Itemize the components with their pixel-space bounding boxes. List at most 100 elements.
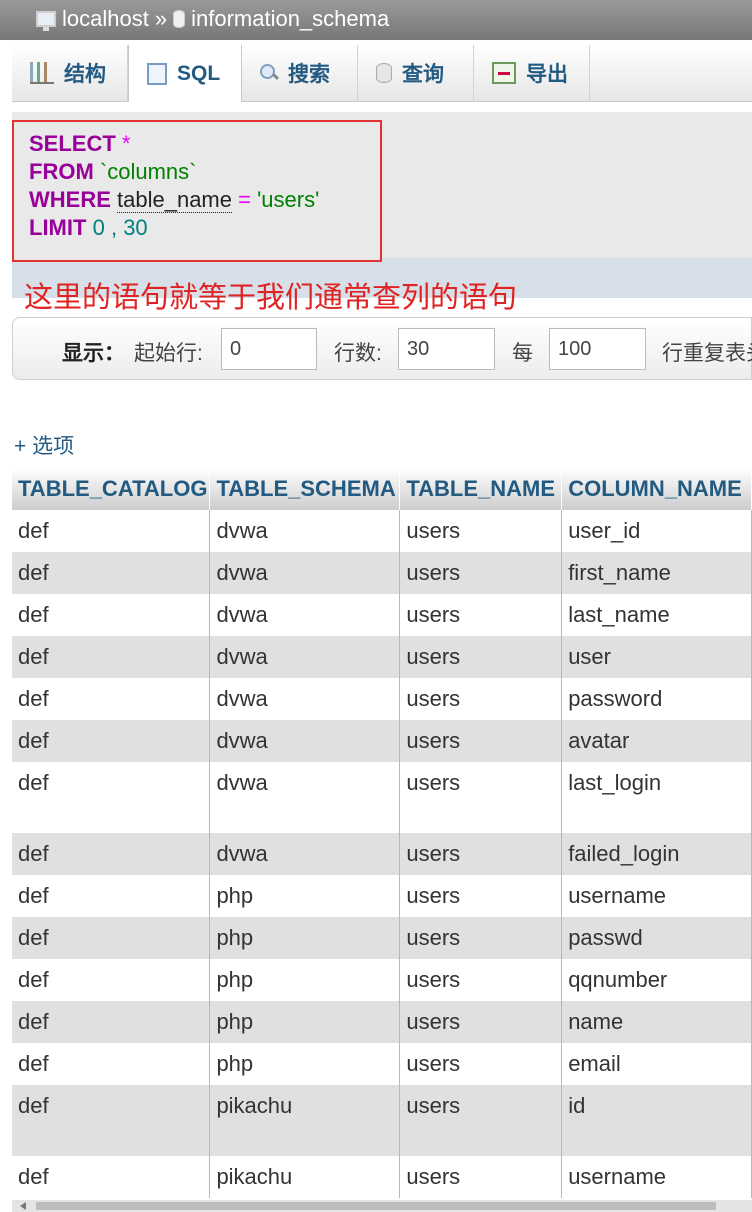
table-cell: dvwa [209, 720, 401, 762]
rows-label: 行数: [334, 342, 382, 365]
annotation-text: 这里的语句就等于我们通常查列的语句 [24, 282, 518, 314]
horizontal-scrollbar[interactable] [12, 1200, 752, 1212]
table-cell: php [209, 1043, 401, 1085]
table-row: def php users email [12, 1043, 752, 1085]
table-cell: dvwa [209, 510, 401, 552]
table-cell: users [399, 762, 563, 833]
column-header-column-name[interactable]: COLUMN_NAME [561, 468, 752, 510]
table-row: def php users qqnumber [12, 959, 752, 1001]
column-header-table-name[interactable]: TABLE_NAME [399, 468, 563, 510]
table-cell: php [209, 959, 401, 1001]
table-cell: users [399, 552, 563, 594]
tab-query[interactable]: 查询 [358, 45, 474, 101]
start-row-label: 起始行: [134, 342, 203, 365]
tab-export[interactable]: 导出 [474, 45, 590, 101]
table-cell: username [561, 1156, 752, 1198]
tab-structure[interactable]: 结构 [12, 45, 128, 101]
tab-sql-label: SQL [177, 61, 221, 85]
table-cell: password [561, 678, 752, 720]
results-table: TABLE_CATALOG TABLE_SCHEMA TABLE_NAME CO… [12, 468, 752, 1198]
table-cell: def [12, 1156, 211, 1198]
every-label: 每 [512, 342, 533, 365]
table-row: def php users name [12, 1001, 752, 1043]
table-cell: user_id [561, 510, 752, 552]
tab-sql[interactable]: SQL [128, 45, 242, 102]
column-header-table-catalog[interactable]: TABLE_CATALOG [12, 468, 211, 510]
rows-input[interactable] [398, 328, 495, 370]
table-cell: first_name [561, 552, 752, 594]
tab-bar: 结构 SQL 搜索 查询 导出 [12, 45, 752, 102]
table-cell: email [561, 1043, 752, 1085]
sql-value: 'users' [257, 187, 320, 212]
table-cell: def [12, 594, 211, 636]
table-cell: users [399, 959, 563, 1001]
table-cell: users [399, 1001, 563, 1043]
table-cell: user [561, 636, 752, 678]
table-row: def dvwa users failed_login [12, 833, 752, 875]
sql-keyword-from: FROM [29, 159, 94, 184]
table-cell: id [561, 1085, 752, 1156]
table-cell: php [209, 875, 401, 917]
table-row: def dvwa users password [12, 678, 752, 720]
table-header-row: TABLE_CATALOG TABLE_SCHEMA TABLE_NAME CO… [12, 468, 752, 510]
table-cell: avatar [561, 720, 752, 762]
table-cell: users [399, 594, 563, 636]
sql-column-name: table_name [117, 187, 232, 213]
query-icon [376, 63, 392, 83]
table-cell: def [12, 636, 211, 678]
table-cell: users [399, 875, 563, 917]
breadcrumb-database[interactable]: information_schema [191, 6, 389, 32]
table-cell: dvwa [209, 636, 401, 678]
scrollbar-thumb[interactable] [36, 1202, 716, 1210]
database-icon [173, 10, 186, 28]
table-cell: users [399, 510, 563, 552]
sql-limit-count: 30 [123, 215, 148, 240]
tab-search-label: 搜索 [288, 63, 330, 86]
table-cell: users [399, 1156, 563, 1198]
breadcrumb-server[interactable]: localhost [62, 6, 149, 32]
table-cell: php [209, 1001, 401, 1043]
tab-export-label: 导出 [526, 63, 568, 86]
sql-keyword-limit: LIMIT [29, 215, 87, 240]
export-icon [492, 62, 516, 84]
table-cell: users [399, 917, 563, 959]
breadcrumb: localhost » information_schema [36, 6, 389, 32]
table-cell: username [561, 875, 752, 917]
tab-search[interactable]: 搜索 [242, 45, 358, 101]
sql-query-text[interactable]: SELECT * FROM `columns` WHERE table_name… [29, 130, 319, 242]
table-cell: qqnumber [561, 959, 752, 1001]
table-cell: def [12, 833, 211, 875]
sql-keyword-select: SELECT [29, 131, 116, 156]
table-row: def pikachu users id [12, 1085, 752, 1156]
table-cell: def [12, 552, 211, 594]
table-cell: users [399, 678, 563, 720]
table-cell: dvwa [209, 552, 401, 594]
show-label: 显示： [62, 342, 125, 365]
table-cell: def [12, 875, 211, 917]
table-cell: def [12, 1001, 211, 1043]
table-cell: users [399, 833, 563, 875]
repeat-header-input[interactable] [549, 328, 646, 370]
sql-star: * [121, 131, 131, 156]
sql-keyword-where: WHERE [29, 187, 111, 212]
table-row: def dvwa users first_name [12, 552, 752, 594]
breadcrumb-separator: » [154, 6, 168, 31]
repeat-header-label: 行重复表头 [662, 342, 752, 365]
table-cell: def [12, 959, 211, 1001]
table-row: def dvwa users last_name [12, 594, 752, 636]
sql-operator: = [238, 187, 251, 212]
sql-table-name: `columns` [99, 159, 197, 184]
table-cell: def [12, 1085, 211, 1156]
table-cell: pikachu [209, 1085, 401, 1156]
structure-icon [30, 62, 54, 84]
breadcrumb-bar: localhost » information_schema [0, 0, 752, 40]
table-row: def dvwa users last_login [12, 762, 752, 833]
table-cell: def [12, 762, 211, 833]
start-row-input[interactable] [221, 328, 317, 370]
column-header-table-schema[interactable]: TABLE_SCHEMA [209, 468, 401, 510]
table-row: def dvwa users user [12, 636, 752, 678]
table-cell: passwd [561, 917, 752, 959]
table-cell: dvwa [209, 594, 401, 636]
options-link[interactable]: + 选项 [14, 430, 74, 460]
sql-limit-offset: 0 [92, 215, 105, 240]
